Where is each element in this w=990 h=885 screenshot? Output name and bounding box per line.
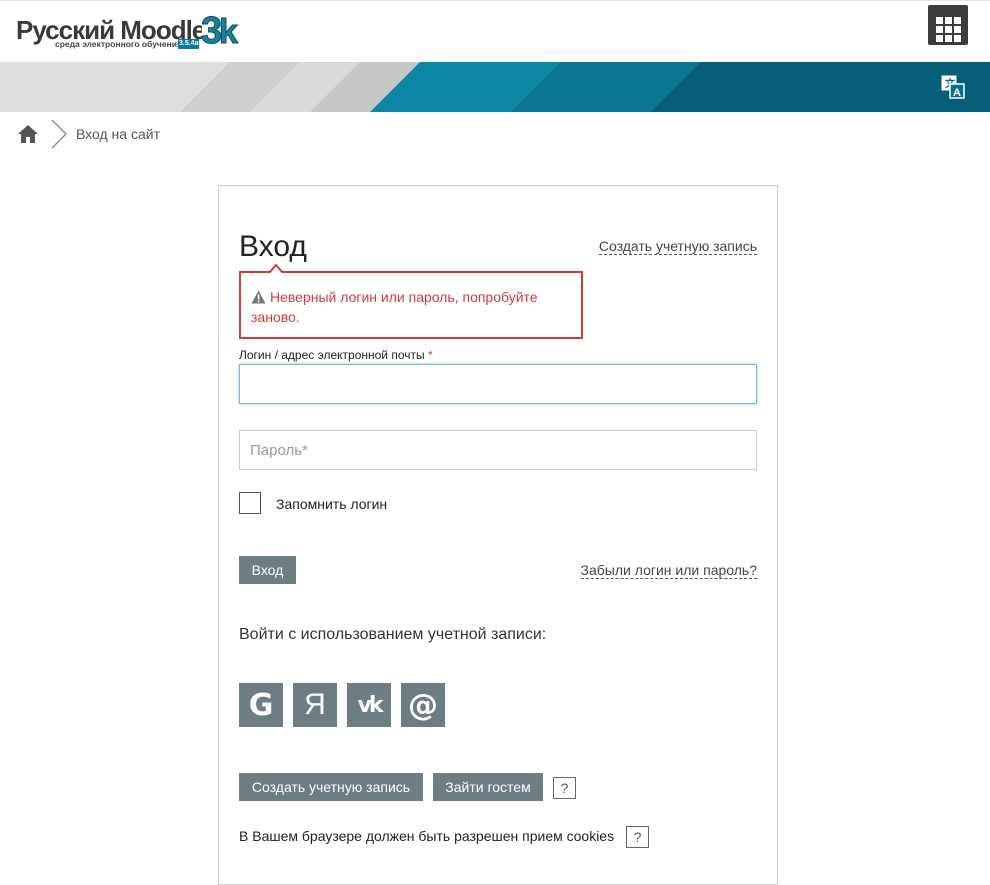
google-icon: G bbox=[248, 687, 274, 723]
chevron-right-icon bbox=[51, 119, 67, 149]
grid-cell bbox=[935, 17, 943, 24]
site-header: Русский Moodle среда электронного обучен… bbox=[0, 0, 990, 62]
help-icon: ? bbox=[560, 780, 569, 796]
breadcrumb-current: Вход на сайт bbox=[76, 126, 160, 142]
mail-login-button[interactable]: @ bbox=[401, 683, 445, 727]
logo-subtitle: среда электронного обучения bbox=[55, 39, 182, 49]
mail-icon: @ bbox=[408, 687, 438, 723]
svg-text:k: k bbox=[219, 13, 238, 49]
header-banner bbox=[0, 62, 990, 112]
alert-pointer bbox=[269, 264, 283, 273]
login-title: Вход bbox=[239, 230, 307, 263]
home-icon[interactable] bbox=[16, 122, 40, 146]
create-account-link[interactable]: Создать учетную запись bbox=[598, 238, 757, 255]
grid-cell bbox=[944, 35, 952, 42]
vk-icon: vk bbox=[357, 692, 384, 718]
remember-username-checkbox[interactable] bbox=[239, 492, 261, 514]
cookies-help-button[interactable]: ? bbox=[626, 826, 649, 848]
apps-menu-button[interactable] bbox=[928, 5, 968, 45]
password-input[interactable] bbox=[239, 430, 757, 470]
yandex-login-button[interactable]: Я bbox=[293, 683, 337, 727]
oauth-heading: Войти с использованием учетной записи: bbox=[239, 626, 547, 643]
login-button[interactable]: Вход bbox=[239, 556, 296, 584]
yandex-icon: Я bbox=[304, 688, 326, 721]
username-label-text: Логин / адрес электронной почты bbox=[239, 348, 425, 362]
login-panel: Вход Создать учетную запись Неверный лог… bbox=[218, 185, 778, 885]
guest-help-button[interactable]: ? bbox=[553, 777, 576, 799]
translate-icon[interactable]: 文 A bbox=[941, 75, 965, 99]
logo-version: 3.5.4a bbox=[178, 39, 200, 49]
guest-login-button[interactable]: Зайти гостем bbox=[433, 773, 543, 801]
banner-graphic bbox=[0, 62, 990, 112]
create-account-button[interactable]: Создать учетную запись bbox=[239, 773, 423, 801]
warning-icon bbox=[251, 290, 266, 304]
login-error-alert: Неверный логин или пароль, попробуйте за… bbox=[239, 264, 583, 339]
grid-cell bbox=[953, 26, 961, 33]
grid-cell bbox=[953, 35, 961, 42]
error-message: Неверный логин или пароль, попробуйте за… bbox=[251, 289, 538, 325]
grid-cell bbox=[953, 17, 961, 24]
remember-username-label[interactable]: Запомнить логин bbox=[276, 496, 387, 512]
logo-3k-mark: 3 k bbox=[202, 9, 240, 49]
username-label: Логин / адрес электронной почты * bbox=[239, 348, 433, 362]
grid-cell bbox=[935, 26, 943, 33]
grid-cell bbox=[944, 26, 952, 33]
vk-login-button[interactable]: vk bbox=[347, 683, 391, 727]
cookies-notice: В Вашем браузере должен быть разрешен пр… bbox=[239, 828, 615, 844]
grid-cell bbox=[944, 17, 952, 24]
required-marker: * bbox=[427, 348, 433, 362]
forgot-password-link[interactable]: Забыли логин или пароль? bbox=[580, 562, 757, 579]
help-icon: ? bbox=[633, 829, 642, 845]
svg-text:A: A bbox=[953, 87, 961, 99]
grid-cell bbox=[935, 35, 943, 42]
breadcrumb: Вход на сайт bbox=[16, 118, 160, 150]
oauth-providers: G Я vk @ bbox=[239, 683, 445, 727]
google-login-button[interactable]: G bbox=[239, 683, 283, 727]
username-input[interactable] bbox=[239, 364, 757, 404]
